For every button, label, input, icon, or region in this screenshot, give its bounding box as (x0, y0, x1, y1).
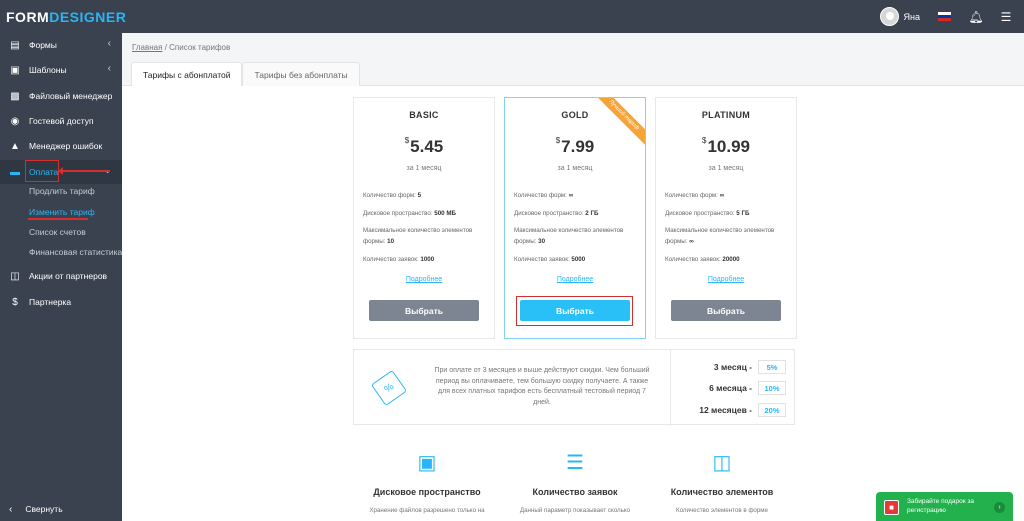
plan-card-basic: BASIC $5.45 за 1 месяц Количество форм: … (353, 97, 495, 339)
plan-period: за 1 месяц (708, 165, 744, 172)
tab-subscription[interactable]: Тарифы с абонплатой (131, 62, 243, 86)
plan-spec: Максимальное количество элементов формы:… (514, 227, 624, 245)
plan-spec: Дисковое пространство: 5 ГБ (665, 210, 750, 217)
feature-requests: ☰ Количество заявок Данный параметр пока… (504, 450, 646, 514)
plan-period: за 1 месяц (557, 165, 593, 172)
user-name[interactable]: Яна (904, 12, 920, 22)
subitem-extend-plan[interactable]: Продлить тариф (29, 186, 95, 196)
feature-title: Количество элементов (670, 487, 774, 497)
plan-name: BASIC (409, 110, 439, 120)
sidebar-item-templates[interactable]: ▣ Шаблоны ‹ (0, 58, 122, 82)
feature-text: Данный параметр показывает сколько (519, 507, 631, 514)
plan-spec: Количество форм: 5 (363, 192, 422, 199)
breadcrumb: Главная / Список тарифов (132, 43, 231, 52)
promo-text: Забирайте подарок за регистрацию (907, 498, 974, 514)
sidebar-item-error-manager[interactable]: ▲ Менеджер ошибок (0, 134, 122, 158)
guest-icon: ◉ (10, 115, 20, 127)
feature-title: Дисковое пространство (373, 487, 481, 497)
hamburger-icon[interactable]: ☰ (998, 10, 1014, 24)
plan-spec: Максимальное количество элементов формы:… (665, 227, 775, 245)
plan-price: $10.99 (702, 136, 750, 156)
plan-spec: Максимальное количество элементов формы:… (363, 227, 473, 245)
plan-spec: Количество форм: ∞ (665, 192, 725, 199)
registration-gift-promo[interactable]: ■ Забирайте подарок за регистрацию › (876, 492, 1013, 521)
sidebar-item-file-manager[interactable]: ▩ Файловый менеджер (0, 84, 122, 108)
plan-name: PLATINUM (701, 110, 751, 120)
sidebar-item-affiliate[interactable]: $ Партнерка (0, 290, 122, 314)
highlight-arrow (58, 167, 110, 175)
feature-elements: ◫ Количество элементов Количество элемен… (651, 450, 793, 514)
gift-icon: ◫ (10, 270, 20, 282)
plan-card-platinum: PLATINUM $10.99 за 1 месяц Количество фо… (655, 97, 797, 339)
subitem-invoices[interactable]: Список счетов (29, 227, 86, 237)
sidebar-item-forms[interactable]: ▤ Формы ‹ (0, 33, 122, 57)
discount-value: 20% (758, 403, 786, 417)
discount-row: 6 месяца -10% (676, 380, 786, 396)
bell-icon[interactable]: 🔔︎ (968, 10, 984, 24)
plan-price: $7.99 (555, 136, 595, 156)
feature-text: Хранение файлов разрешено только на (369, 507, 485, 514)
discount-panel: % При оплате от 3 месяцев и выше действу… (353, 349, 795, 426)
plan-spec: Дисковое пространство: 500 МБ (363, 210, 456, 217)
feature-title: Количество заявок (532, 487, 618, 497)
sidebar-item-guest-access[interactable]: ◉ Гостевой доступ (0, 109, 122, 133)
chevron-left-icon: ‹ (9, 503, 13, 515)
plan-tabs: Тарифы с абонплатой Тарифы без абонплаты (131, 62, 360, 86)
plan-more-link[interactable]: Подробнее (354, 276, 494, 283)
highlight-box-payment (25, 160, 59, 182)
dollar-icon: $ (12, 296, 18, 308)
feature-disk: ▣ Дисковое пространство Хранение файлов … (356, 450, 498, 514)
sidebar-item-partner-offers[interactable]: ◫ Акции от партнеров (0, 264, 122, 288)
plan-more-link[interactable]: Подробнее (505, 276, 645, 283)
templates-icon: ▣ (10, 64, 20, 76)
discount-row: 3 месяц -5% (676, 359, 786, 375)
plan-name: GOLD (561, 110, 589, 120)
plan-more-link[interactable]: Подробнее (656, 276, 796, 283)
discount-row: 12 месяцев -20% (676, 402, 786, 418)
feature-text: Количество элементов в форме (675, 507, 769, 514)
highlight-underline (28, 218, 88, 220)
plan-period: за 1 месяц (406, 165, 442, 172)
plan-spec: Количество заявок: 20000 (665, 256, 740, 263)
user-avatar[interactable] (879, 7, 899, 26)
discount-tag-icon: % (370, 369, 408, 407)
tab-no-subscription[interactable]: Тарифы без абонплаты (242, 62, 360, 86)
plan-spec: Количество заявок: 1000 (363, 256, 435, 263)
collapse-sidebar-button[interactable]: ‹ Свернуть (0, 497, 122, 521)
discount-description: При оплате от 3 месяцев и выше действуют… (434, 367, 650, 406)
subitem-change-plan[interactable]: Изменить тариф (29, 207, 95, 217)
checklist-icon: ☰ (566, 452, 584, 474)
discount-value: 10% (758, 381, 786, 395)
plan-spec: Дисковое пространство: 2 ГБ (514, 210, 599, 217)
monitor-icon: ◫ (712, 452, 732, 474)
folder-icon: ▩ (10, 90, 20, 102)
subitem-finance-stats[interactable]: Финансовая статистика (29, 247, 122, 257)
highlight-box-select (516, 296, 633, 326)
logo[interactable]: FORMDESIGNER (6, 9, 126, 25)
plan-spec: Количество заявок: 5000 (514, 256, 586, 263)
chevron-left-icon: ‹ (107, 38, 111, 49)
select-platinum-button[interactable]: Выбрать (671, 300, 781, 321)
select-basic-button[interactable]: Выбрать (369, 300, 479, 321)
warning-icon: ▲ (10, 140, 20, 152)
plan-price: $5.45 (404, 136, 444, 156)
card-icon: ▬ (10, 166, 20, 178)
forms-icon: ▤ (10, 39, 20, 51)
plan-spec: Количество форм: ∞ (514, 192, 574, 199)
top-bar: FORMDESIGNER Яна 🔔︎ ☰ (0, 0, 1024, 33)
breadcrumb-home[interactable]: Главная (132, 43, 162, 52)
gift-icon: ■ (884, 500, 899, 515)
breadcrumb-current: Список тарифов (169, 43, 231, 52)
chevron-right-icon[interactable]: › (994, 502, 1005, 513)
language-flag-icon[interactable] (938, 11, 951, 22)
disk-icon: ▣ (417, 452, 437, 474)
discount-value: 5% (758, 360, 786, 374)
chevron-left-icon: ‹ (107, 63, 111, 74)
